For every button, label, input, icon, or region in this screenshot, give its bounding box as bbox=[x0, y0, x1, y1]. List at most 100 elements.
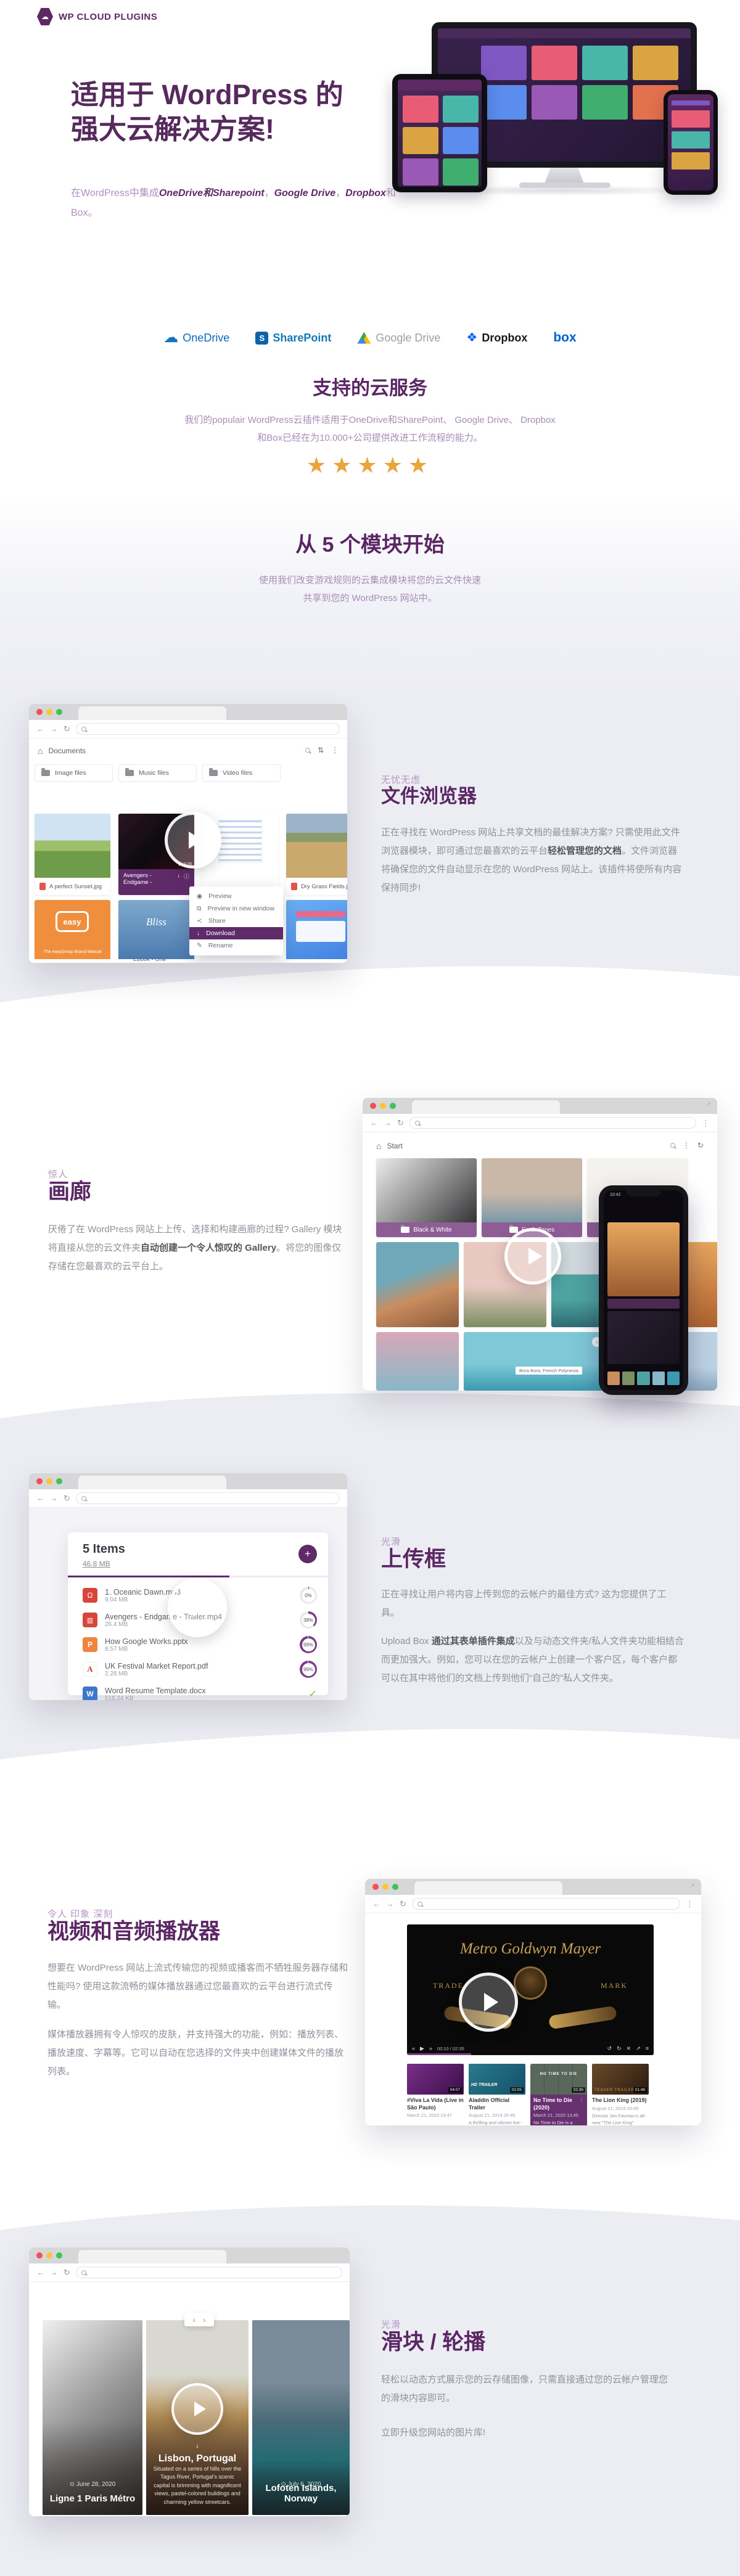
minimize-traffic-light[interactable] bbox=[46, 709, 52, 715]
reload-icon[interactable]: ↻ bbox=[64, 1494, 70, 1503]
gallery-photo[interactable] bbox=[376, 1242, 459, 1327]
play-button[interactable] bbox=[504, 1228, 561, 1285]
google-drive-logo[interactable]: Google Drive bbox=[357, 332, 440, 345]
close-traffic-light[interactable] bbox=[36, 709, 43, 715]
gallery-photo[interactable] bbox=[376, 1332, 459, 1391]
prev-arrow-icon[interactable]: ‹ bbox=[192, 2315, 195, 2325]
menu-item-rename[interactable]: ✎ Rename bbox=[189, 939, 283, 952]
minimize-traffic-light[interactable] bbox=[46, 2252, 52, 2259]
forward-icon[interactable]: → bbox=[50, 2268, 58, 2277]
maximize-traffic-light[interactable] bbox=[56, 709, 62, 715]
playlist-card-active[interactable]: NO TIME TO DIE 02:35 No Time to Die (202… bbox=[530, 2064, 587, 2125]
breadcrumb[interactable]: Documents bbox=[48, 746, 86, 755]
kebab-icon[interactable]: ⋮ bbox=[579, 2097, 584, 2103]
close-traffic-light[interactable] bbox=[370, 1103, 376, 1109]
play-button[interactable] bbox=[459, 1973, 518, 2032]
browser-tab[interactable] bbox=[78, 1476, 226, 1489]
file-card[interactable]: easy The easyGroup Brand Manual easyGrou… bbox=[35, 900, 110, 963]
address-bar[interactable] bbox=[75, 1492, 340, 1504]
loop-icon[interactable]: ↺ bbox=[607, 2045, 612, 2052]
play-icon[interactable]: ▶ bbox=[420, 2045, 424, 2052]
minimize-traffic-light[interactable] bbox=[382, 1884, 388, 1890]
reload-icon[interactable]: ↻ bbox=[697, 1141, 704, 1150]
address-bar[interactable] bbox=[75, 723, 340, 735]
play-button[interactable] bbox=[168, 1578, 227, 1637]
play-button[interactable] bbox=[165, 812, 221, 869]
video-player[interactable]: Metro Goldwyn Mayer TRADE MARK « ▶ » 00:… bbox=[407, 1924, 654, 2055]
search-icon[interactable] bbox=[670, 1143, 675, 1148]
playlist-card[interactable]: TEASER TRAILER 01:48 The Lion King (2019… bbox=[592, 2064, 649, 2125]
back-icon[interactable]: ← bbox=[36, 724, 44, 734]
close-traffic-light[interactable] bbox=[36, 1478, 43, 1484]
back-icon[interactable]: ← bbox=[370, 1118, 378, 1127]
gallery-folder-card[interactable]: Black & White bbox=[376, 1158, 477, 1237]
breadcrumb[interactable]: Start bbox=[387, 1142, 402, 1150]
slide[interactable]: ⊙ June 28, 2020 Ligne 1 Paris Métro bbox=[43, 2320, 142, 2515]
forward-icon[interactable]: → bbox=[384, 1118, 392, 1127]
next-arrow-icon[interactable]: › bbox=[203, 2315, 206, 2325]
maximize-traffic-light[interactable] bbox=[390, 1103, 396, 1109]
home-icon[interactable]: ⌂ bbox=[376, 1141, 381, 1151]
file-card[interactable]: Illustrator.ai bbox=[286, 900, 347, 963]
brand-logo-text[interactable]: WP CLOUD PLUGINS bbox=[59, 12, 157, 22]
menu-item-download[interactable]: ↓ Download bbox=[189, 927, 283, 939]
browser-tab[interactable] bbox=[78, 706, 226, 720]
expand-icon[interactable]: ↗ bbox=[706, 1102, 711, 1108]
file-card[interactable]: A perfect Sunset.jpg bbox=[35, 814, 110, 895]
sort-icon[interactable]: ⇅ bbox=[318, 746, 324, 754]
close-traffic-light[interactable] bbox=[36, 2252, 43, 2259]
upload-row[interactable]: A UK Festival Market Report.pdf 2.28 MB 9… bbox=[83, 1658, 317, 1680]
menu-item-preview-new-window[interactable]: ⧉ Preview in new window bbox=[189, 902, 283, 915]
box-logo[interactable]: box bbox=[553, 330, 576, 345]
expand-icon[interactable]: ↗ bbox=[690, 1883, 695, 1889]
previous-icon[interactable]: « bbox=[412, 2045, 415, 2051]
folder-chip[interactable]: Video files bbox=[202, 764, 281, 782]
next-icon[interactable]: » bbox=[429, 2045, 432, 2051]
minimize-traffic-light[interactable] bbox=[380, 1103, 386, 1109]
upload-total-size[interactable]: 46.8 MB bbox=[83, 1560, 110, 1568]
back-icon[interactable]: ← bbox=[36, 1494, 44, 1503]
reload-icon[interactable]: ↻ bbox=[400, 1899, 406, 1909]
fullscreen-icon[interactable]: ↗ bbox=[636, 2045, 641, 2052]
back-icon[interactable]: ← bbox=[36, 2268, 44, 2277]
close-icon[interactable]: ✕ bbox=[627, 2045, 631, 2052]
file-card[interactable]: Bliss Ebook - One Grump's Search for the… bbox=[118, 900, 194, 963]
kebab-icon[interactable]: ⋮ bbox=[331, 746, 339, 754]
onedrive-logo[interactable]: ☁ OneDrive bbox=[163, 330, 229, 345]
kebab-icon[interactable]: ⋮ bbox=[686, 1899, 694, 1909]
close-traffic-light[interactable] bbox=[372, 1884, 379, 1890]
folder-chip[interactable]: Music files bbox=[118, 764, 197, 782]
shuffle-icon[interactable]: ↻ bbox=[617, 2045, 622, 2052]
reload-icon[interactable]: ↻ bbox=[397, 1118, 404, 1128]
play-button[interactable] bbox=[171, 2383, 223, 2435]
maximize-traffic-light[interactable] bbox=[392, 1884, 398, 1890]
reload-icon[interactable]: ↻ bbox=[64, 2268, 70, 2278]
forward-icon[interactable]: → bbox=[50, 1494, 58, 1503]
back-icon[interactable]: ← bbox=[372, 1899, 380, 1908]
slide[interactable]: ⊙ July 6, 2020 Lofoten Islands, Norway bbox=[252, 2320, 350, 2515]
info-icon[interactable]: ⓘ bbox=[184, 872, 189, 880]
address-bar[interactable] bbox=[411, 1898, 680, 1910]
home-icon[interactable]: ⌂ bbox=[38, 746, 43, 756]
maximize-traffic-light[interactable] bbox=[56, 2252, 62, 2259]
forward-icon[interactable]: → bbox=[386, 1899, 394, 1908]
address-bar[interactable] bbox=[75, 2267, 342, 2278]
playlist-card[interactable]: 04:07 #Viva La Vida (Live in São Paulo) … bbox=[407, 2064, 464, 2118]
forward-icon[interactable]: → bbox=[50, 724, 58, 734]
maximize-traffic-light[interactable] bbox=[56, 1478, 62, 1484]
kebab-icon[interactable]: ⋮ bbox=[702, 1118, 710, 1128]
folder-chip[interactable]: Image files bbox=[35, 764, 113, 782]
playlist-icon[interactable]: ≡ bbox=[646, 2045, 649, 2051]
upload-row[interactable]: W Word Resume Template.docx 515.24 KB ✓ bbox=[83, 1683, 317, 1700]
slide[interactable]: ↓ Lisbon, Portugal Situated on a series … bbox=[146, 2320, 249, 2515]
gallery-folder-card[interactable]: Earth Tones bbox=[482, 1158, 582, 1237]
menu-item-share[interactable]: ≺ Share bbox=[189, 915, 283, 927]
download-icon[interactable]: ↓ bbox=[177, 872, 180, 878]
browser-tab[interactable] bbox=[412, 1100, 560, 1114]
kebab-icon[interactable]: ⋮ bbox=[683, 1141, 690, 1150]
dropbox-logo[interactable]: ❖ Dropbox bbox=[466, 332, 527, 345]
minimize-traffic-light[interactable] bbox=[46, 1478, 52, 1484]
address-bar[interactable] bbox=[409, 1117, 696, 1129]
add-files-button[interactable]: + bbox=[298, 1545, 317, 1563]
download-icon[interactable]: ↓ bbox=[146, 2442, 249, 2450]
